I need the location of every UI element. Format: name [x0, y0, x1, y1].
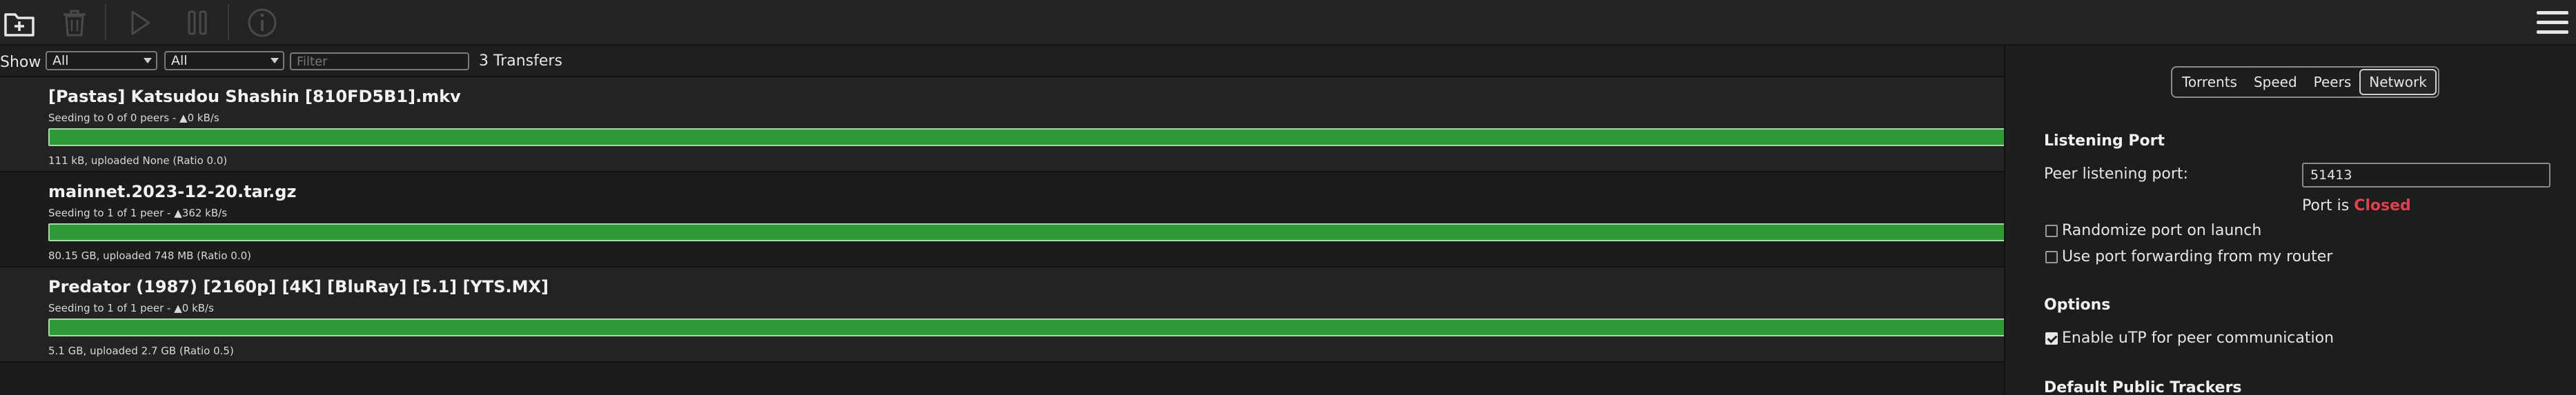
add-torrent-icon[interactable] [0, 3, 39, 42]
transmission-web-app: Show All All 3 Transfers [Pastas] Katsud… [0, 0, 2576, 395]
listening-port-title: Listening Port [2044, 132, 2165, 150]
torrent-peers: Seeding to 1 of 1 peer - ▲362 kB/s [48, 207, 228, 219]
play-icon[interactable] [120, 3, 159, 42]
progress-fill [50, 320, 2007, 335]
list-empty-area [0, 363, 2004, 395]
port-is-label: Port is [2302, 197, 2350, 214]
torrent-row[interactable]: [Pastas] Katsudou Shashin [810FD5B1].mkv… [0, 77, 2008, 172]
torrent-list: [Pastas] Katsudou Shashin [810FD5B1].mkv… [0, 77, 2008, 395]
info-icon[interactable] [243, 3, 282, 42]
filter-input[interactable] [290, 52, 469, 70]
utp-checkbox[interactable] [2045, 332, 2058, 345]
toolbar-separator [228, 4, 229, 40]
peer-port-label: Peer listening port: [2044, 165, 2188, 183]
toolbar [0, 0, 2576, 45]
randomize-port-row[interactable]: Randomize port on launch [2045, 222, 2261, 239]
port-forwarding-row[interactable]: Use port forwarding from my router [2045, 248, 2332, 265]
tab-network[interactable]: Network [2359, 69, 2437, 95]
progress-fill [50, 225, 2007, 240]
tab-speed[interactable]: Speed [2245, 69, 2305, 95]
progress-fill [50, 130, 2007, 145]
torrent-row[interactable]: Predator (1987) [2160p] [4K] [BluRay] [5… [0, 267, 2008, 363]
trash-icon[interactable] [55, 3, 94, 42]
default-trackers-title: Default Public Trackers [2044, 379, 2242, 395]
torrent-row[interactable]: mainnet.2023-12-20.tar.gz Seeding to 1 o… [0, 172, 2008, 267]
randomize-port-checkbox[interactable] [2045, 224, 2058, 237]
torrent-peers: Seeding to 1 of 1 peer - ▲0 kB/s [48, 302, 214, 314]
show-label: Show [0, 54, 41, 71]
progress-bar [48, 128, 2008, 146]
transfer-count: 3 Transfers [479, 52, 562, 70]
tab-torrents[interactable]: Torrents [2174, 69, 2245, 95]
utp-row[interactable]: Enable uTP for peer communication [2045, 330, 2334, 347]
status-filter-value: All [52, 53, 69, 68]
options-title: Options [2044, 296, 2111, 314]
port-forwarding-label: Use port forwarding from my router [2062, 248, 2333, 265]
torrent-name: Predator (1987) [2160p] [4K] [BluRay] [5… [48, 277, 549, 296]
randomize-port-label: Randomize port on launch [2062, 222, 2262, 239]
torrent-stats: 80.15 GB, uploaded 748 MB (Ratio 0.0) [48, 250, 252, 262]
preferences-tabs: Torrents Speed Peers Network [2171, 66, 2439, 98]
torrent-stats: 111 kB, uploaded None (Ratio 0.0) [48, 154, 228, 167]
preferences-panel: Torrents Speed Peers Network Listening P… [2004, 45, 2576, 395]
tab-peers[interactable]: Peers [2305, 69, 2360, 95]
port-forwarding-checkbox[interactable] [2045, 250, 2058, 263]
chevron-down-icon [144, 58, 152, 63]
progress-bar [48, 223, 2008, 241]
chevron-down-icon [271, 58, 279, 63]
menu-icon[interactable] [2535, 4, 2570, 40]
tracker-filter-value: All [171, 53, 188, 68]
torrent-name: mainnet.2023-12-20.tar.gz [48, 182, 297, 201]
peer-port-input[interactable] [2302, 163, 2550, 188]
port-status: Port is Closed [2302, 197, 2411, 214]
progress-bar [48, 318, 2008, 336]
torrent-stats: 5.1 GB, uploaded 2.7 GB (Ratio 0.5) [48, 345, 234, 357]
tracker-filter-select[interactable]: All [164, 51, 284, 70]
port-status-value: Closed [2354, 197, 2411, 214]
utp-label: Enable uTP for peer communication [2062, 330, 2334, 347]
torrent-peers: Seeding to 0 of 0 peers - ▲0 kB/s [48, 112, 219, 124]
torrent-name: [Pastas] Katsudou Shashin [810FD5B1].mkv [48, 87, 461, 106]
status-filter-select[interactable]: All [46, 51, 157, 70]
pause-icon[interactable] [178, 3, 217, 42]
toolbar-separator [105, 4, 106, 40]
